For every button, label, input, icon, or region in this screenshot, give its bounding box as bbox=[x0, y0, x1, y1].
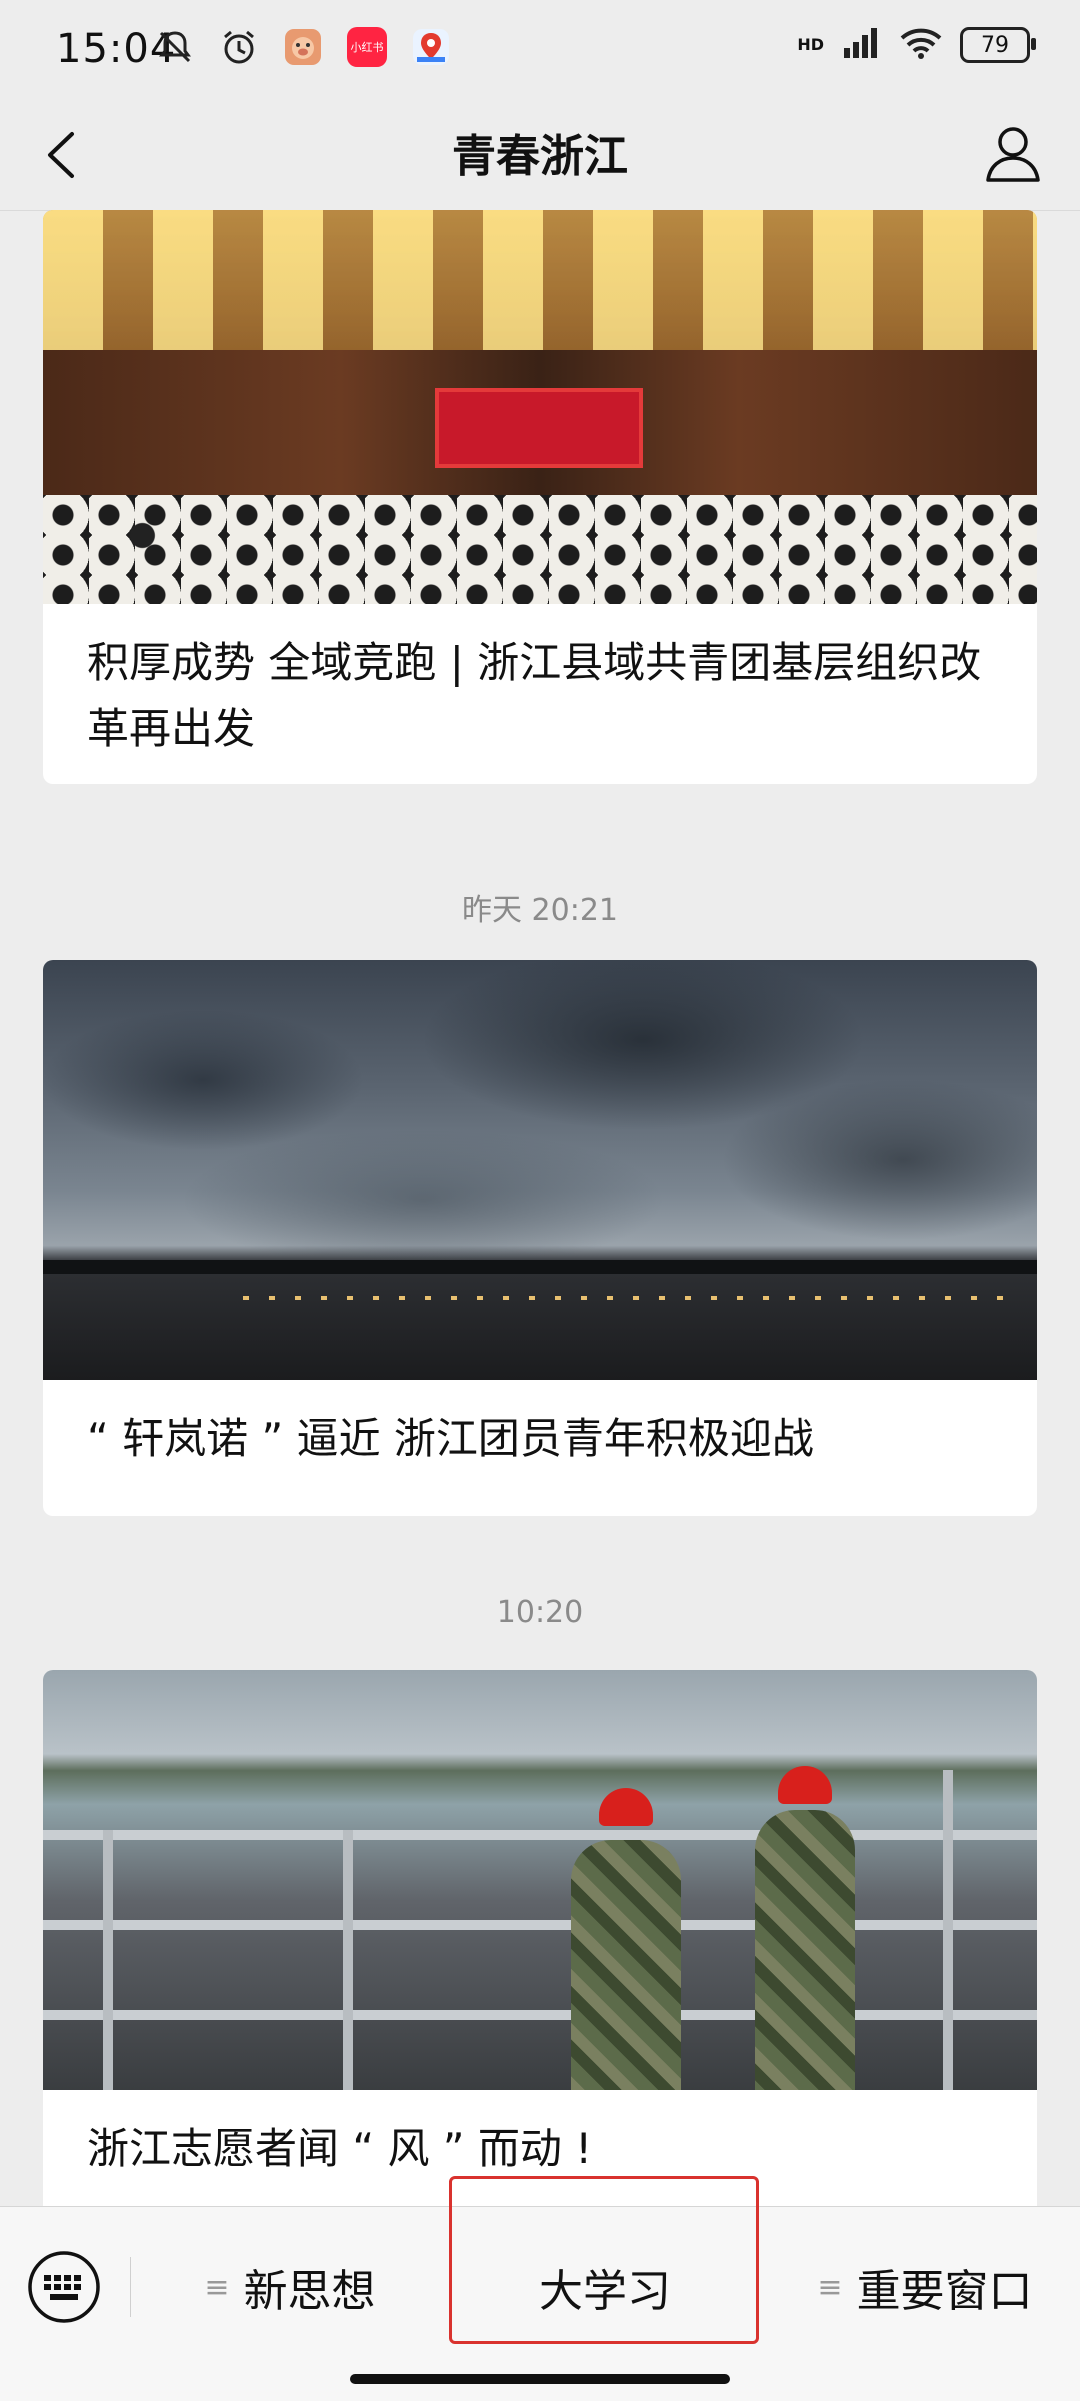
pig-app-icon bbox=[280, 24, 326, 70]
railing bbox=[43, 2010, 1037, 2020]
railing bbox=[43, 1830, 1037, 1840]
article-title[interactable]: 积厚成势 全域竞跑 | 浙江县域共青团基层组织改革再出发 bbox=[43, 604, 1037, 784]
article-title[interactable]: “ 轩岚诺 ” 逼近 浙江团员青年积极迎战 bbox=[43, 1380, 1037, 1516]
battery-indicator: 79 bbox=[960, 27, 1036, 63]
article-feed[interactable]: 积厚成势 全域竞跑 | 浙江县域共青团基层组织改革再出发 昨天 20:21 “ … bbox=[0, 210, 1080, 2206]
signal-icon bbox=[842, 26, 882, 64]
railing-post bbox=[943, 1770, 953, 2090]
red-helmet bbox=[599, 1788, 653, 1826]
article-timestamp: 昨天 20:21 bbox=[462, 893, 618, 928]
app-badge-text: 小红书 bbox=[347, 27, 387, 67]
profile-button[interactable] bbox=[978, 118, 1048, 188]
map-app-icon bbox=[408, 24, 454, 70]
article-card[interactable]: “ 轩岚诺 ” 逼近 浙江团员青年积极迎战 bbox=[43, 960, 1037, 1516]
home-indicator[interactable] bbox=[350, 2374, 730, 2384]
audience-seats bbox=[43, 495, 1037, 604]
system-icons: HD 79 bbox=[797, 26, 1036, 64]
menu-item-label: 重要窗口 bbox=[856, 2266, 1033, 2317]
article-card[interactable]: 浙江志愿者闻 “ 风 ” 而动 ! bbox=[43, 1670, 1037, 2206]
submenu-icon: ≡ bbox=[204, 2269, 230, 2305]
alarm-clock-icon bbox=[216, 24, 262, 70]
status-bar: 15:04 小红书 HD 79 bbox=[0, 0, 1080, 100]
ceiling-lights bbox=[43, 210, 1037, 360]
article-card[interactable]: 积厚成势 全域竞跑 | 浙江县域共青团基层组织改革再出发 bbox=[43, 210, 1037, 784]
network-type: HD bbox=[797, 35, 824, 54]
worker-figure bbox=[571, 1840, 681, 2090]
horizon-treeline bbox=[43, 1260, 1037, 1274]
mute-bell-icon bbox=[152, 24, 198, 70]
highlight-annotation-box bbox=[449, 2176, 759, 2344]
storm-clouds bbox=[43, 960, 1037, 1260]
keyboard-icon bbox=[28, 2251, 100, 2323]
person-icon bbox=[986, 127, 1040, 182]
wifi-icon bbox=[900, 26, 942, 64]
menu-divider bbox=[130, 2257, 131, 2317]
back-button[interactable] bbox=[34, 122, 94, 188]
xiaohongshu-app-icon: 小红书 bbox=[344, 24, 390, 70]
menu-item-label: 新思想 bbox=[243, 2266, 376, 2317]
stage-banner bbox=[435, 388, 643, 468]
article-image-dam-workers[interactable] bbox=[43, 1670, 1037, 2090]
nav-bar: 青春浙江 bbox=[0, 100, 1080, 211]
railing-post bbox=[343, 1830, 353, 2090]
railing bbox=[43, 1920, 1037, 1930]
notification-icons: 小红书 bbox=[152, 24, 454, 70]
runway-lights bbox=[243, 1296, 1023, 1300]
submenu-icon: ≡ bbox=[817, 2269, 843, 2305]
menu-item-new-thought[interactable]: ≡ 新思想 bbox=[180, 2249, 400, 2325]
worker-figure bbox=[755, 1810, 855, 2090]
red-helmet bbox=[778, 1766, 832, 1804]
keyboard-toggle-button[interactable] bbox=[26, 2249, 102, 2325]
article-image-storm-sky[interactable] bbox=[43, 960, 1037, 1380]
railing-post bbox=[103, 1830, 113, 2090]
page-title: 青春浙江 bbox=[452, 131, 628, 182]
article-image-conference-hall[interactable] bbox=[43, 210, 1037, 604]
chevron-left-icon bbox=[48, 132, 74, 178]
article-timestamp: 10:20 bbox=[496, 1595, 584, 1630]
menu-item-important-window[interactable]: ≡ 重要窗口 bbox=[790, 2249, 1060, 2325]
